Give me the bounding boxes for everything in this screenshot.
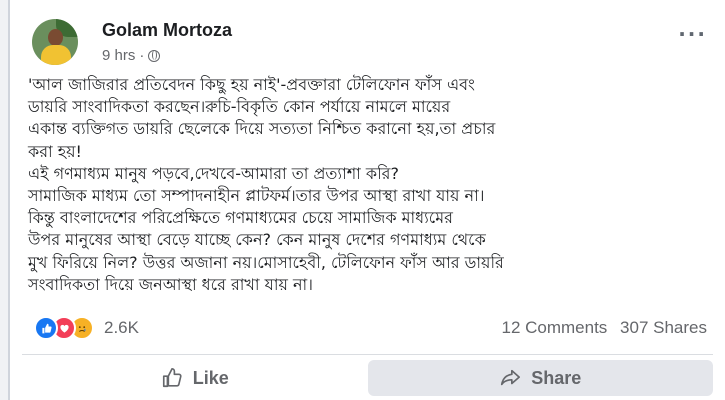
action-bar: Like Share: [22, 360, 713, 396]
reactions-count[interactable]: 2.6K: [104, 318, 139, 338]
share-label: Share: [531, 367, 582, 388]
post-line: 'আল জাজিরার প্রতিবেদন কিছু হয় নাই'-প্রব…: [28, 75, 475, 94]
post-line: কিন্তু বাংলাদেশের পরিপ্রেক্ষিতে গণমাধ্যম…: [28, 208, 453, 228]
post-meta: Golam Mortoza 9 hrs ·: [102, 20, 232, 64]
engagement-counts: 12 Comments 307 Shares: [501, 318, 707, 338]
like-label: Like: [192, 367, 229, 388]
post-stats: 2.6K 12 Comments 307 Shares: [34, 316, 707, 340]
post-line: একান্ত ব্যক্তিগত ডায়রি ছেলেকে দিয়ে সত্…: [28, 119, 496, 139]
shares-count[interactable]: 307 Shares: [620, 318, 707, 337]
post-line: সংবাদিকতা দিয়ে জনআস্থা ধরে রাখা যায় না…: [28, 274, 313, 294]
more-options-icon[interactable]: ···: [678, 22, 707, 46]
like-button[interactable]: Like: [22, 360, 368, 396]
post-subline: 9 hrs ·: [102, 47, 232, 64]
post-header: Golam Mortoza 9 hrs ·: [32, 14, 232, 70]
share-arrow-icon: [501, 369, 521, 386]
author-name[interactable]: Golam Mortoza: [102, 20, 232, 41]
reactions-summary[interactable]: 2.6K: [34, 316, 139, 340]
thumbs-up-icon: [162, 368, 182, 388]
avatar[interactable]: [32, 19, 78, 65]
post-body: 'আল জাজিরার প্রতিবেদন কিছু হয় নাই'-প্রব…: [28, 74, 718, 296]
globe-icon[interactable]: [148, 49, 161, 62]
avatar-head: [48, 29, 63, 46]
divider: [22, 354, 713, 355]
post-line: করা হয়!: [28, 141, 82, 161]
separator-dot: ·: [139, 47, 145, 64]
post-line: মুখ ফিরিয়ে নিল? উত্তর অজানা নয়।মোসাহেব…: [28, 252, 504, 272]
post-line: উপর মানুষের আস্থা বেড়ে যাচ্ছে কেন? কেন …: [28, 230, 486, 250]
share-button[interactable]: Share: [367, 360, 713, 396]
post-card: Golam Mortoza 9 hrs · ··· 'আল জাজিরার প্…: [8, 0, 725, 400]
comments-count[interactable]: 12 Comments: [501, 318, 607, 337]
post-line: ডায়রি সাংবাদিকতা করছেন।রুচি-বিকৃতি কোন …: [28, 97, 451, 117]
post-line: এই গণমাধ্যম মানুষ পড়বে,দেখবে-আমারা তা প…: [28, 163, 399, 183]
post-line: সামাজিক মাধ্যম তো সম্পাদনাহীন প্লাটফর্ম।…: [28, 186, 485, 206]
post-time[interactable]: 9 hrs: [102, 47, 135, 64]
like-icon: [34, 316, 58, 340]
avatar-shirt: [41, 45, 71, 65]
